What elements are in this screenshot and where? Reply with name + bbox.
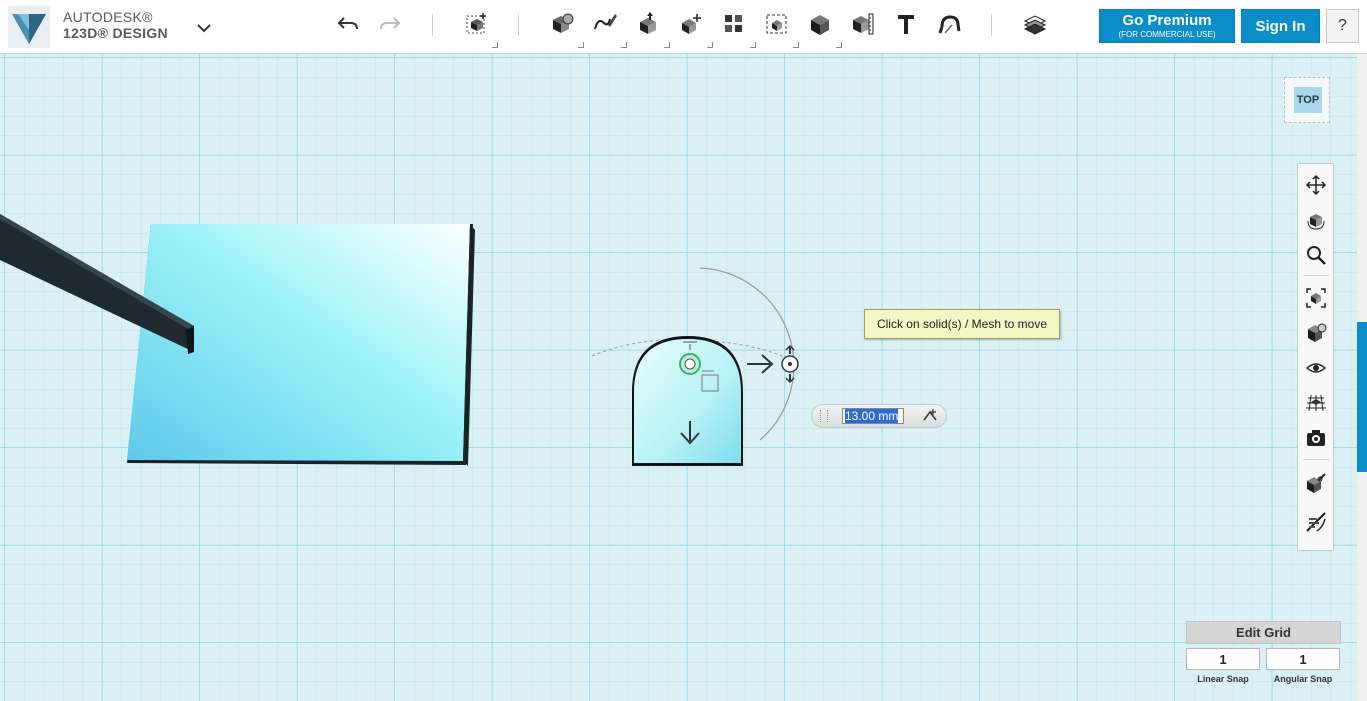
- linear-snap-field[interactable]: 1: [1186, 648, 1260, 670]
- hide-button[interactable]: [1303, 509, 1329, 535]
- orbit-button[interactable]: [1303, 207, 1329, 233]
- blue-plate-solid[interactable]: [127, 224, 475, 466]
- dropdown-arrow-icon: [707, 42, 713, 48]
- text-icon: [898, 15, 914, 34]
- construct-button[interactable]: [630, 8, 666, 40]
- product-name: 123D® DESIGN: [63, 25, 168, 41]
- move-distance-input[interactable]: 13.00 mm: [842, 408, 904, 424]
- sign-in-button[interactable]: Sign In: [1241, 9, 1320, 43]
- visibility-button[interactable]: [1303, 355, 1329, 381]
- undo-icon: [337, 17, 358, 30]
- snap-ruler-icon[interactable]: [921, 407, 939, 425]
- redo-icon: [380, 17, 401, 30]
- snapshot-icon: [1307, 430, 1325, 446]
- text-button[interactable]: [888, 8, 924, 40]
- combine-button[interactable]: [802, 8, 838, 40]
- construct-icon: [640, 12, 656, 34]
- dropdown-arrow-icon: [578, 42, 584, 48]
- grouping-button[interactable]: [759, 8, 795, 40]
- material-edit-button[interactable]: [1303, 470, 1329, 496]
- grid-toggle-icon: [1306, 394, 1326, 412]
- primitives-icon: [553, 13, 574, 33]
- pattern-button[interactable]: [716, 8, 752, 40]
- view-style-icon: [1308, 323, 1327, 342]
- primitives-button[interactable]: [544, 8, 580, 40]
- view-style-button[interactable]: [1303, 320, 1329, 346]
- scrollbar-thumb[interactable]: [1357, 322, 1367, 472]
- dropdown-arrow-icon: [492, 42, 498, 48]
- materials-icon: [1023, 15, 1047, 35]
- help-button[interactable]: ?: [1326, 9, 1359, 43]
- toolbar-separator: [518, 14, 519, 36]
- 3d-viewport[interactable]: [0, 54, 1357, 701]
- toolbar-separator: [991, 14, 992, 36]
- pan-icon: [1305, 174, 1327, 196]
- view-cube-top-face[interactable]: TOP: [1294, 87, 1322, 113]
- angular-snap-field[interactable]: 1: [1266, 648, 1340, 670]
- undo-button[interactable]: [330, 8, 366, 40]
- navbar-separator: [1303, 459, 1329, 460]
- navbar-separator: [1303, 275, 1329, 276]
- snapshot-button[interactable]: [1303, 425, 1329, 451]
- measure-button[interactable]: [845, 8, 881, 40]
- visibility-icon: [1305, 363, 1327, 373]
- dropdown-arrow-icon: [621, 42, 627, 48]
- dropdown-arrow-icon: [793, 42, 799, 48]
- hide-icon: [1306, 512, 1326, 532]
- dropdown-arrow-icon: [836, 42, 842, 48]
- orbit-icon: [1307, 214, 1325, 230]
- snap-button[interactable]: [931, 8, 967, 40]
- premium-sublabel: (FOR COMMERCIAL USE): [1118, 30, 1216, 39]
- grouping-icon: [766, 14, 787, 34]
- move-tooltip: Click on solid(s) / Mesh to move: [864, 309, 1060, 339]
- redo-button[interactable]: [372, 8, 408, 40]
- dropdown-arrow-icon: [750, 42, 756, 48]
- dropdown-arrow-icon: [664, 42, 670, 48]
- autodesk-logo: [8, 6, 50, 48]
- go-premium-button[interactable]: Go Premium (FOR COMMERCIAL USE): [1099, 9, 1235, 43]
- modify-button[interactable]: [673, 8, 709, 40]
- grid-toggle-button[interactable]: [1303, 390, 1329, 416]
- measure-icon: [853, 13, 874, 35]
- main-toolbar: AUTODESK® 123D® DESIGN Go Premium (FOR C…: [0, 0, 1367, 54]
- combine-icon: [811, 15, 829, 35]
- pattern-icon: [725, 15, 742, 32]
- angular-snap-label: Angular Snap: [1273, 674, 1333, 684]
- snap-icon: [938, 15, 961, 34]
- edit-grid-button[interactable]: Edit Grid: [1186, 621, 1341, 644]
- premium-label: Go Premium: [1122, 12, 1212, 29]
- brand-name: AUTODESK®: [63, 9, 153, 25]
- drag-grip-icon[interactable]: [820, 410, 828, 422]
- sketch-button[interactable]: [587, 8, 623, 40]
- modify-icon: [682, 14, 701, 34]
- fit-button[interactable]: [1303, 285, 1329, 311]
- right-scrollbar[interactable]: [1357, 54, 1367, 701]
- app-menu-chevron-icon[interactable]: [195, 19, 213, 37]
- scene-canvas[interactable]: [0, 54, 1357, 701]
- pan-button[interactable]: [1303, 172, 1329, 198]
- sketch-icon: [594, 14, 617, 30]
- materials-button[interactable]: [1017, 8, 1053, 40]
- material-edit-icon: [1307, 473, 1326, 493]
- navigation-bar: [1297, 163, 1334, 551]
- view-cube[interactable]: TOP: [1284, 77, 1330, 123]
- fit-icon: [1306, 288, 1326, 308]
- new-object-icon: [466, 13, 486, 34]
- zoom-button[interactable]: [1303, 242, 1329, 268]
- move-distance-value: 13.00 mm: [845, 409, 899, 423]
- new-object-button[interactable]: [459, 8, 495, 40]
- zoom-icon: [1307, 246, 1326, 265]
- linear-snap-label: Linear Snap: [1197, 674, 1249, 684]
- toolbar-separator: [432, 14, 433, 36]
